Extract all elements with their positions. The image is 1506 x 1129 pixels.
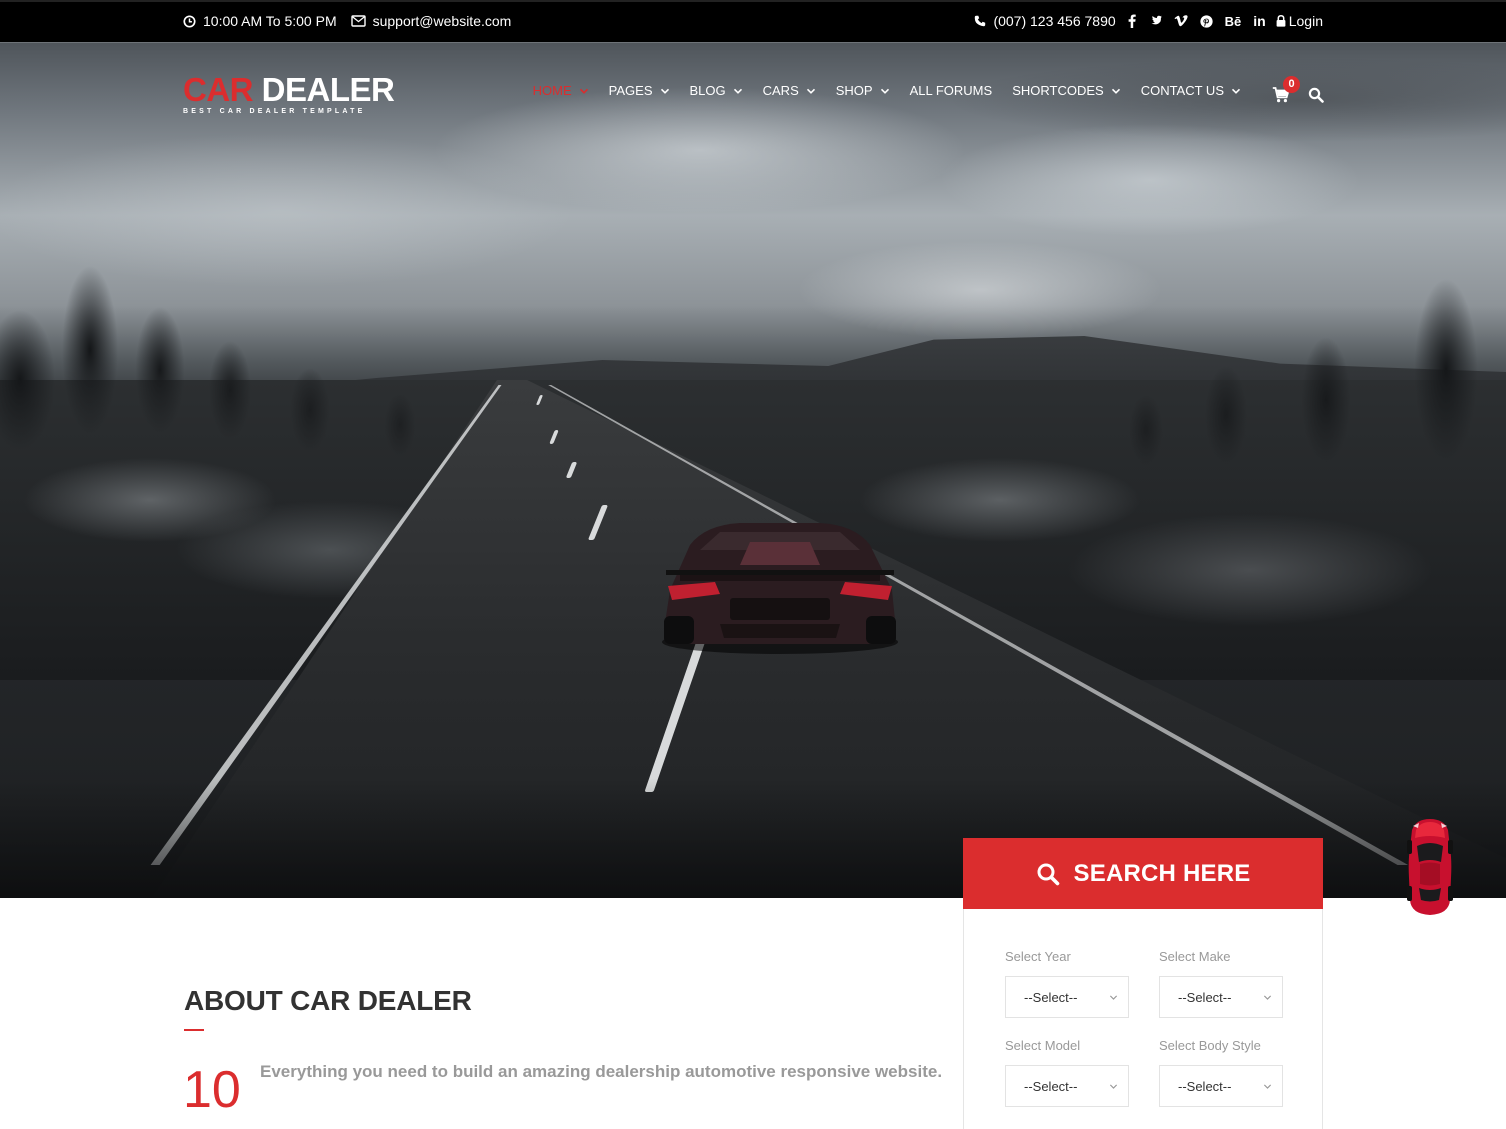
chevron-down-icon bbox=[880, 88, 889, 94]
nav-item-pages[interactable]: PAGES bbox=[609, 83, 670, 98]
chevron-down-icon bbox=[1111, 88, 1120, 94]
select-value: --Select-- bbox=[1024, 989, 1078, 1005]
nav-item-label: BLOG bbox=[689, 83, 726, 98]
business-hours-text: 10:00 AM To 5:00 PM bbox=[203, 13, 337, 29]
site-logo[interactable]: CAR DEALER BEST CAR DEALER TEMPLATE bbox=[183, 71, 395, 115]
field-label: Select Year bbox=[1005, 949, 1071, 964]
envelope-icon bbox=[350, 15, 366, 27]
chevron-down-icon bbox=[1263, 994, 1272, 1000]
search-panel-title: SEARCH HERE bbox=[1073, 859, 1251, 887]
select-value: --Select-- bbox=[1024, 1078, 1078, 1094]
field-body-style: Select Body Style --Select-- bbox=[1159, 1038, 1283, 1107]
header-divider bbox=[0, 42, 1506, 43]
nav-item-label: CONTACT US bbox=[1140, 83, 1224, 98]
cart-count-badge: 0 bbox=[1283, 76, 1300, 93]
nav-item-blog[interactable]: BLOG bbox=[690, 83, 743, 98]
hero-trees-left bbox=[0, 220, 470, 470]
nav-item-label: SHOP bbox=[835, 83, 873, 98]
search-icon bbox=[1037, 863, 1059, 885]
chevron-down-icon bbox=[806, 88, 815, 94]
year-select[interactable]: --Select-- bbox=[1005, 976, 1129, 1018]
field-label: Select Make bbox=[1159, 949, 1231, 964]
nav-item-label: SHORTCODES bbox=[1012, 83, 1104, 98]
lock-icon bbox=[1276, 15, 1286, 27]
chevron-down-icon bbox=[579, 88, 588, 94]
search-panel-header: SEARCH HERE bbox=[963, 838, 1323, 909]
hero-trees-right bbox=[1086, 230, 1506, 490]
support-email[interactable]: support@website.com bbox=[350, 13, 512, 29]
chevron-down-icon bbox=[1109, 994, 1118, 1000]
nav-item-contact-us[interactable]: CONTACT US bbox=[1141, 83, 1241, 98]
business-hours: 10:00 AM To 5:00 PM bbox=[183, 13, 337, 29]
back-to-top-car-icon[interactable] bbox=[1406, 818, 1454, 916]
field-label: Select Model bbox=[1005, 1038, 1081, 1053]
nav-item-label: ALL FORUMS bbox=[909, 83, 993, 98]
pinterest-icon[interactable] bbox=[1200, 14, 1213, 28]
nav-item-label: PAGES bbox=[608, 83, 653, 98]
field-model: Select Model --Select-- bbox=[1005, 1038, 1129, 1107]
nav-item-cars[interactable]: CARS bbox=[763, 83, 816, 98]
hero-banner bbox=[0, 0, 1506, 898]
nav-item-home[interactable]: HOME bbox=[533, 83, 589, 98]
logo-word-dealer: DEALER bbox=[261, 71, 395, 108]
phone-icon bbox=[974, 15, 986, 27]
twitter-icon[interactable] bbox=[1148, 15, 1162, 27]
field-year: Select Year --Select-- bbox=[1005, 949, 1129, 1018]
login-link[interactable]: Login bbox=[1276, 13, 1323, 29]
top-bar: 10:00 AM To 5:00 PM support@website.com … bbox=[0, 0, 1506, 42]
vimeo-icon[interactable] bbox=[1174, 15, 1188, 27]
search-icon[interactable] bbox=[1308, 87, 1324, 103]
about-number: 10 bbox=[183, 1061, 241, 1119]
logo-tagline: BEST CAR DEALER TEMPLATE bbox=[183, 108, 366, 115]
chevron-down-icon bbox=[660, 88, 669, 94]
about-intro-text: Everything you need to build an amazing … bbox=[260, 1062, 943, 1081]
logo-word-car: CAR bbox=[183, 71, 254, 108]
field-make: Select Make --Select-- bbox=[1159, 949, 1283, 1018]
chevron-down-icon bbox=[733, 88, 742, 94]
body-style-select[interactable]: --Select-- bbox=[1159, 1065, 1283, 1107]
nav-item-all-forums[interactable]: ALL FORUMS bbox=[910, 83, 993, 98]
phone-number[interactable]: (007) 123 456 7890 bbox=[974, 13, 1116, 29]
logo-wordmark: CAR DEALER bbox=[183, 71, 395, 108]
chevron-down-icon bbox=[1231, 88, 1241, 94]
nav-item-label: CARS bbox=[762, 83, 799, 98]
nav-item-shortcodes[interactable]: SHORTCODES bbox=[1012, 83, 1121, 98]
support-email-link[interactable]: support@website.com bbox=[373, 13, 512, 29]
make-select[interactable]: --Select-- bbox=[1159, 976, 1283, 1018]
nav-item-label: HOME bbox=[532, 83, 572, 98]
heading-underline bbox=[184, 1029, 204, 1031]
main-navigation: HOME PAGES BLOG CARS SHOP ALL FORUMS SHORTCODE… bbox=[533, 83, 1241, 98]
about-heading: ABOUT CAR DEALER bbox=[184, 985, 472, 1016]
model-select[interactable]: --Select-- bbox=[1005, 1065, 1129, 1107]
login-text[interactable]: Login bbox=[1289, 13, 1323, 29]
linkedin-icon[interactable]: in bbox=[1253, 13, 1265, 29]
search-panel-form: Select Year --Select-- Select Make --Sel… bbox=[963, 909, 1323, 1129]
top-bar-right: (007) 123 456 7890 Bē in Login bbox=[974, 13, 1323, 29]
chevron-down-icon bbox=[1109, 1083, 1118, 1089]
chevron-down-icon bbox=[1263, 1083, 1272, 1089]
facebook-icon[interactable] bbox=[1128, 14, 1136, 28]
behance-icon[interactable]: Bē bbox=[1225, 14, 1242, 29]
nav-item-shop[interactable]: SHOP bbox=[836, 83, 890, 98]
select-value: --Select-- bbox=[1178, 1078, 1232, 1094]
clock-icon bbox=[183, 14, 196, 28]
select-value: --Select-- bbox=[1178, 989, 1232, 1005]
phone-number-text[interactable]: (007) 123 456 7890 bbox=[993, 13, 1115, 29]
field-label: Select Body Style bbox=[1159, 1038, 1261, 1053]
hero-sports-car bbox=[662, 523, 898, 654]
top-bar-left: 10:00 AM To 5:00 PM support@website.com bbox=[183, 13, 511, 29]
